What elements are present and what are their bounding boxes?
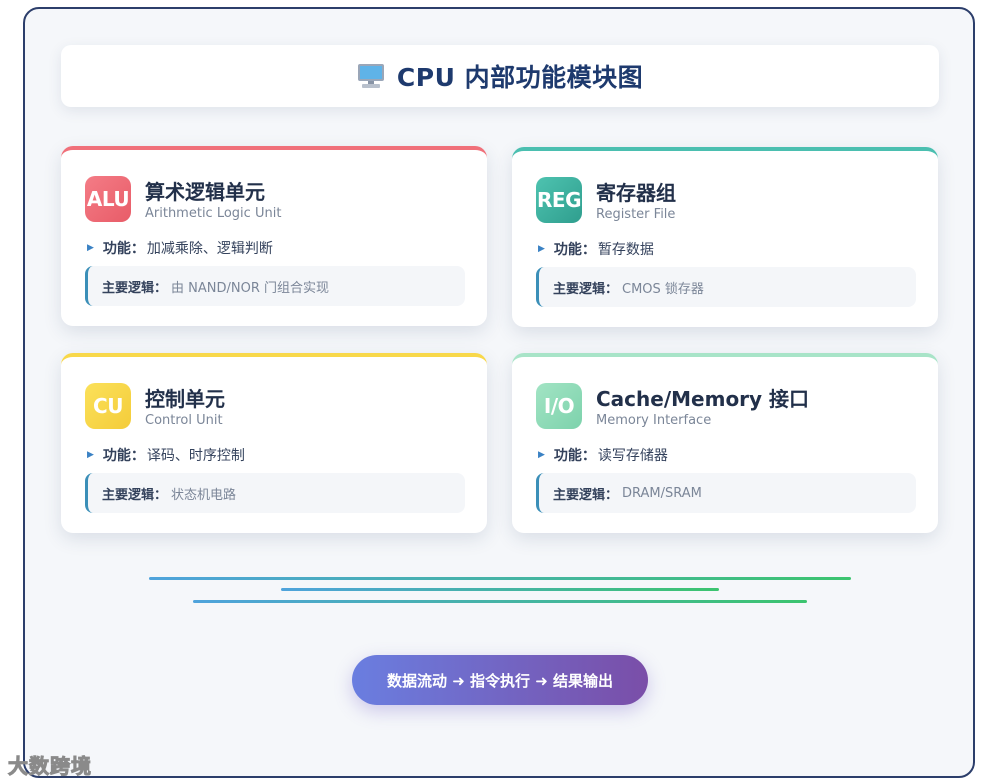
module-card-cu: CU 控制单元 Control Unit ▶ 功能： 译码、时序控制 主要逻辑：…: [61, 353, 487, 533]
module-name: Cache/Memory 接口: [596, 387, 810, 411]
function-text: 译码、时序控制: [146, 448, 245, 464]
module-card-reg: REG 寄存器组 Register File ▶ 功能： 暂存数据 主要逻辑： …: [512, 147, 938, 327]
reg-badge-icon: REG: [536, 177, 582, 223]
bullet-arrow-icon: ▶: [87, 450, 94, 460]
module-subtitle: Memory Interface: [596, 413, 712, 428]
title-bar: CPU 内部功能模块图: [61, 45, 939, 107]
module-function: ▶ 功能： 暂存数据: [538, 239, 654, 259]
bullet-arrow-icon: ▶: [538, 244, 545, 254]
bullet-arrow-icon: ▶: [87, 243, 94, 253]
module-card-alu: ALU 算术逻辑单元 Arithmetic Logic Unit ▶ 功能： 加…: [61, 146, 487, 326]
module-logic: 主要逻辑： 状态机电路: [85, 473, 465, 513]
watermark: 大数跨境: [8, 754, 92, 779]
io-badge-icon: I/O: [536, 383, 582, 429]
module-subtitle: Arithmetic Logic Unit: [145, 206, 282, 221]
logic-text: 状态机电路: [171, 487, 237, 503]
function-label: 功能：: [102, 448, 145, 464]
module-subtitle: Control Unit: [145, 413, 223, 428]
module-function: ▶ 功能： 加减乘除、逻辑判断: [87, 238, 273, 258]
module-card-io: I/O Cache/Memory 接口 Memory Interface ▶ 功…: [512, 353, 938, 533]
function-text: 暂存数据: [597, 242, 654, 258]
module-function: ▶ 功能： 读写存储器: [538, 445, 668, 465]
logic-label: 主要逻辑：: [102, 487, 168, 503]
cu-badge-icon: CU: [85, 383, 131, 429]
function-label: 功能：: [553, 448, 596, 464]
module-name: 寄存器组: [596, 181, 676, 205]
function-label: 功能：: [553, 242, 596, 258]
page-title: CPU 内部功能模块图: [396, 63, 644, 92]
module-logic: 主要逻辑： DRAM/SRAM: [536, 473, 916, 513]
alu-badge-icon: ALU: [85, 176, 131, 222]
module-name: 控制单元: [145, 387, 225, 411]
module-subtitle: Register File: [596, 207, 676, 222]
logic-label: 主要逻辑：: [102, 280, 168, 296]
desktop-computer-icon: [357, 64, 384, 88]
module-name: 算术逻辑单元: [145, 180, 265, 204]
module-function: ▶ 功能： 译码、时序控制: [87, 445, 245, 465]
logic-label: 主要逻辑：: [553, 281, 619, 297]
logic-text: 由 NAND/NOR 门组合实现: [171, 280, 330, 296]
module-logic: 主要逻辑： 由 NAND/NOR 门组合实现: [85, 266, 465, 306]
data-flow-badge: 数据流动 ➜ 指令执行 ➜ 结果输出: [352, 655, 648, 705]
logic-label: 主要逻辑：: [553, 487, 619, 503]
bullet-arrow-icon: ▶: [538, 450, 545, 460]
logic-text: DRAM/SRAM: [622, 485, 702, 501]
connector-line-1: [149, 577, 851, 580]
function-label: 功能：: [102, 241, 145, 257]
function-text: 加减乘除、逻辑判断: [146, 241, 273, 257]
function-text: 读写存储器: [597, 448, 668, 464]
connector-line-3: [193, 600, 807, 603]
module-logic: 主要逻辑： CMOS 锁存器: [536, 267, 916, 307]
connector-line-2: [281, 588, 719, 591]
logic-text: CMOS 锁存器: [622, 281, 704, 297]
